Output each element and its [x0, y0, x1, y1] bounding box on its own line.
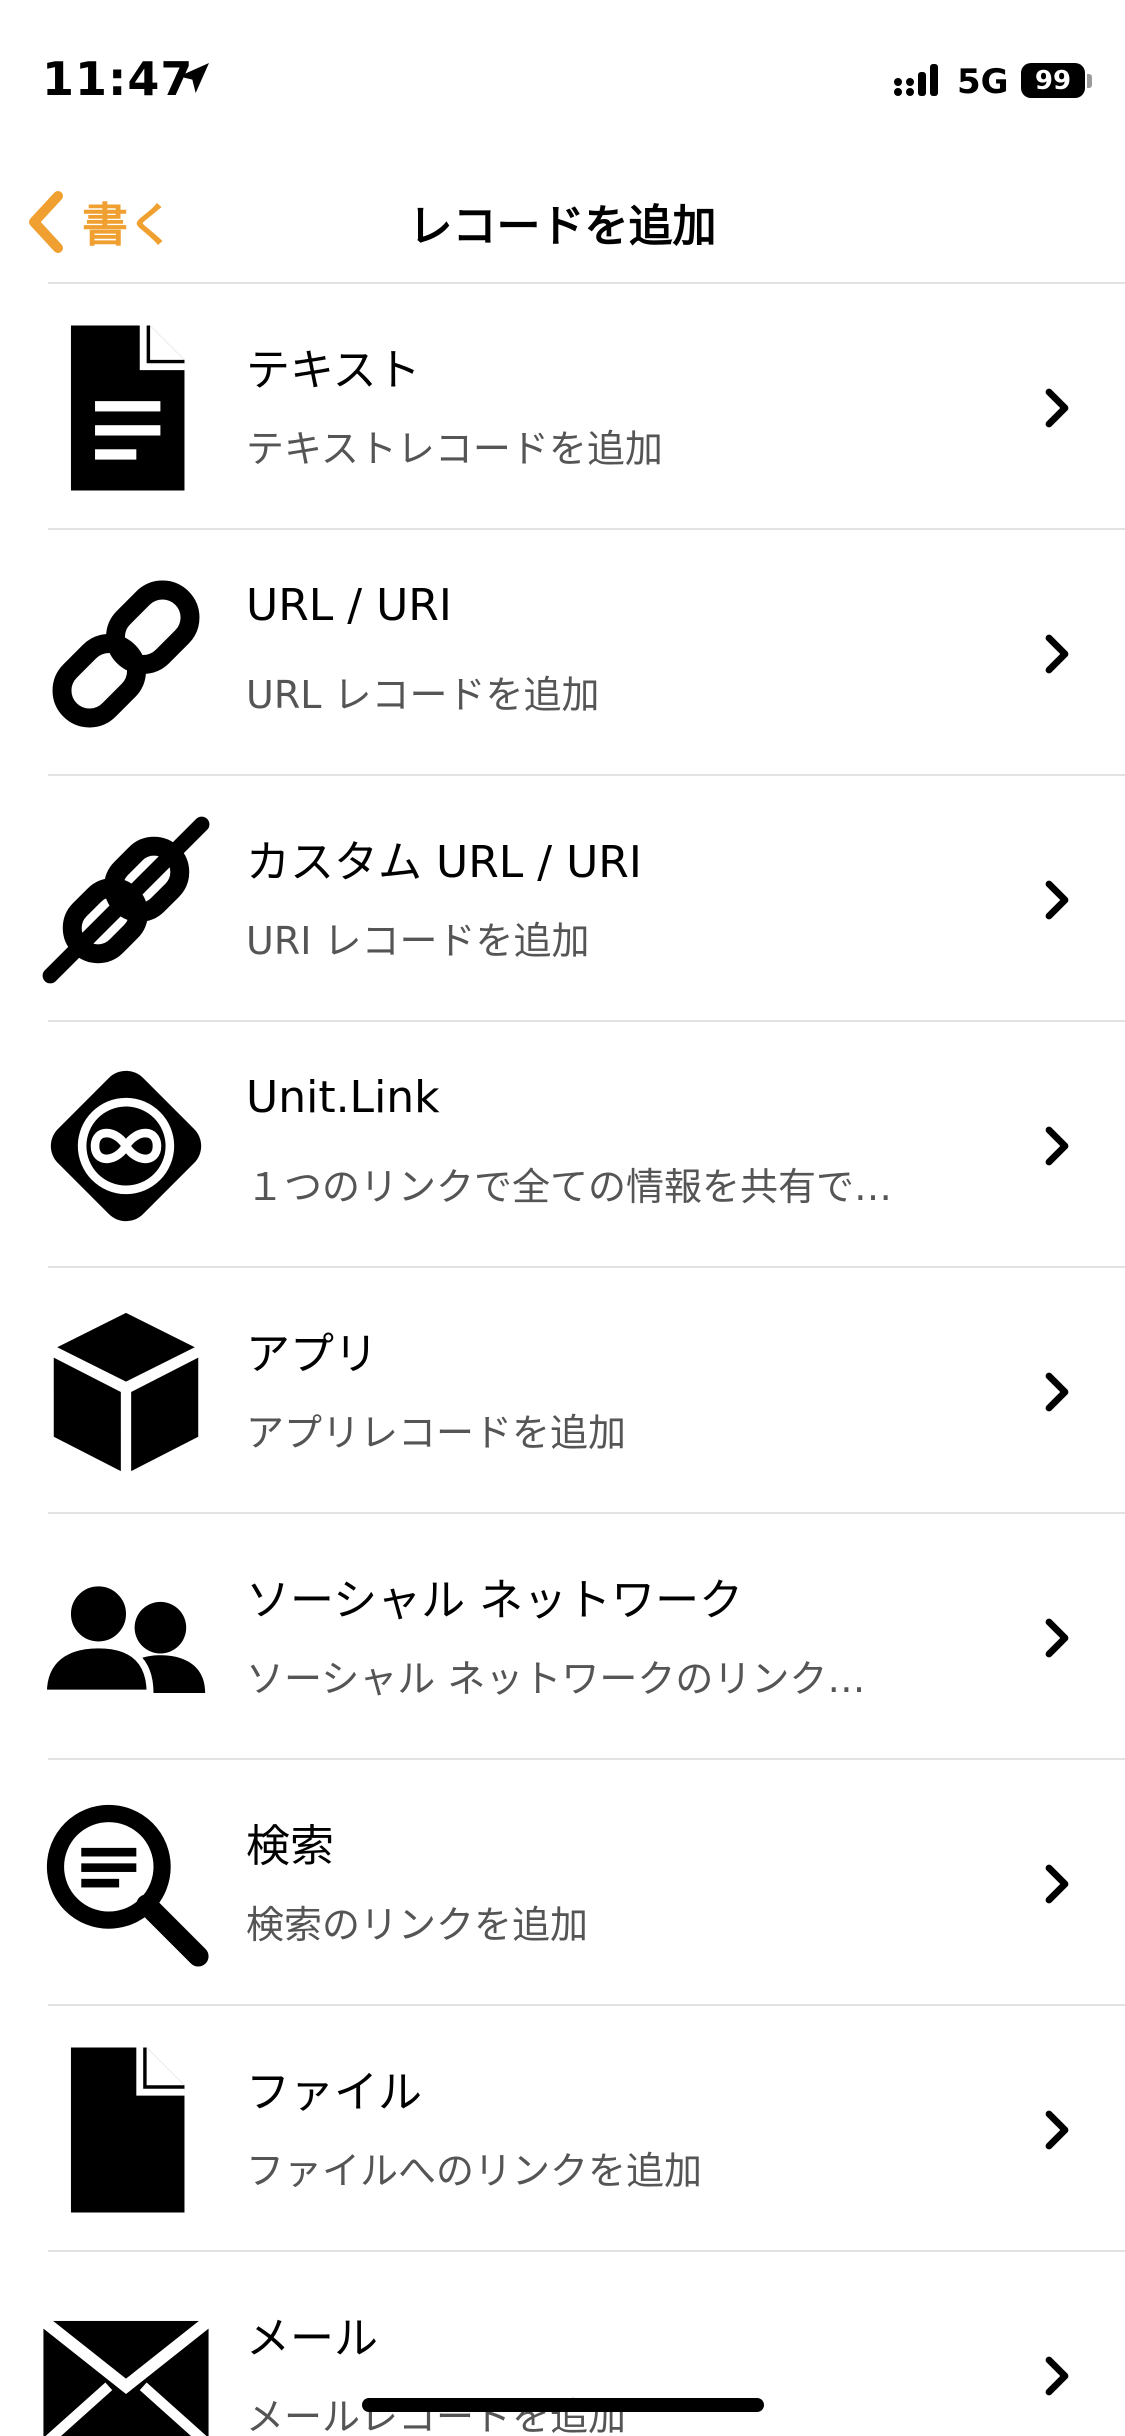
record-row-search[interactable]: 検索 検索のリンクを追加	[46, 1758, 1125, 2004]
record-row-app[interactable]: アプリ アプリレコードを追加	[48, 1266, 1125, 1512]
record-title: カスタム URL / URI	[246, 837, 642, 888]
custom-link-icon	[40, 814, 212, 986]
page-title: レコードを追加	[408, 201, 717, 252]
chevron-right-icon	[1043, 1618, 1071, 1658]
record-subtitle: アプリレコードを追加	[246, 1411, 627, 1455]
battery-level: 99	[1034, 65, 1072, 96]
record-row-social[interactable]: ソーシャル ネットワーク ソーシャル ネットワークのリンク…	[40, 1512, 1125, 1758]
status-time: 11:47	[42, 52, 194, 106]
record-title: メール	[246, 2313, 378, 2364]
record-title: アプリ	[246, 1329, 378, 1380]
record-subtitle: ファイルへのリンクを追加	[246, 2149, 703, 2193]
chevron-right-icon	[1043, 2110, 1071, 2150]
chevron-right-icon	[1043, 388, 1071, 428]
record-subtitle: URI レコードを追加	[246, 919, 590, 963]
signal-icon	[894, 64, 938, 96]
chevron-right-icon	[1043, 2356, 1071, 2396]
navigation-bar: 書く レコードを追加	[0, 160, 1125, 280]
chevron-right-icon	[1043, 1126, 1071, 1166]
chevron-right-icon	[1043, 880, 1071, 920]
record-subtitle: 検索のリンクを追加	[246, 1903, 589, 1947]
chevron-right-icon	[1043, 1372, 1071, 1412]
record-title: テキスト	[246, 345, 421, 396]
location-arrow-icon	[179, 63, 209, 93]
record-subtitle: テキストレコードを追加	[246, 427, 663, 471]
record-row-custom-url[interactable]: カスタム URL / URI URI レコードを追加	[42, 774, 1125, 1020]
status-bar: 11:47 5G 99	[0, 0, 1125, 150]
chevron-right-icon	[1043, 634, 1071, 674]
network-label: 5G	[957, 62, 1009, 102]
record-title: 検索	[246, 1821, 334, 1872]
search-icon	[40, 1798, 212, 1970]
battery-indicator: 99	[1021, 63, 1085, 98]
link-icon	[40, 568, 212, 740]
battery-tip	[1087, 74, 1092, 88]
unit-link-icon	[40, 1060, 212, 1232]
record-title: ソーシャル ネットワーク	[246, 1575, 744, 1626]
record-subtitle: ソーシャル ネットワークのリンク…	[246, 1657, 866, 1701]
record-title: ファイル	[246, 2067, 422, 2118]
app-box-icon	[40, 1306, 212, 1478]
record-row-url[interactable]: URL / URI URL レコードを追加	[48, 528, 1125, 774]
record-row-file[interactable]: ファイル ファイルへのリンクを追加	[48, 2004, 1125, 2250]
file-icon	[40, 2044, 212, 2216]
record-row-text[interactable]: テキスト テキストレコードを追加	[48, 282, 1125, 528]
record-title: URL / URI	[246, 580, 452, 631]
screen: 11:47 5G 99 書く レコードを追加 テキスト テキストレコードを追加 …	[0, 0, 1125, 2436]
record-subtitle: URL レコードを追加	[246, 673, 600, 717]
record-type-list: テキスト テキストレコードを追加 URL / URI URL レコードを追加 カ…	[0, 282, 1125, 2436]
mail-icon	[40, 2290, 212, 2436]
chevron-right-icon	[1043, 1864, 1071, 1904]
social-people-icon	[40, 1552, 212, 1724]
record-title: Unit.Link	[246, 1072, 440, 1123]
document-text-icon	[40, 322, 212, 494]
home-indicator[interactable]	[362, 2398, 764, 2412]
record-subtitle: １つのリンクで全ての情報を共有で…	[246, 1165, 893, 1209]
record-row-unit-link[interactable]: Unit.Link １つのリンクで全ての情報を共有で…	[48, 1020, 1125, 1266]
